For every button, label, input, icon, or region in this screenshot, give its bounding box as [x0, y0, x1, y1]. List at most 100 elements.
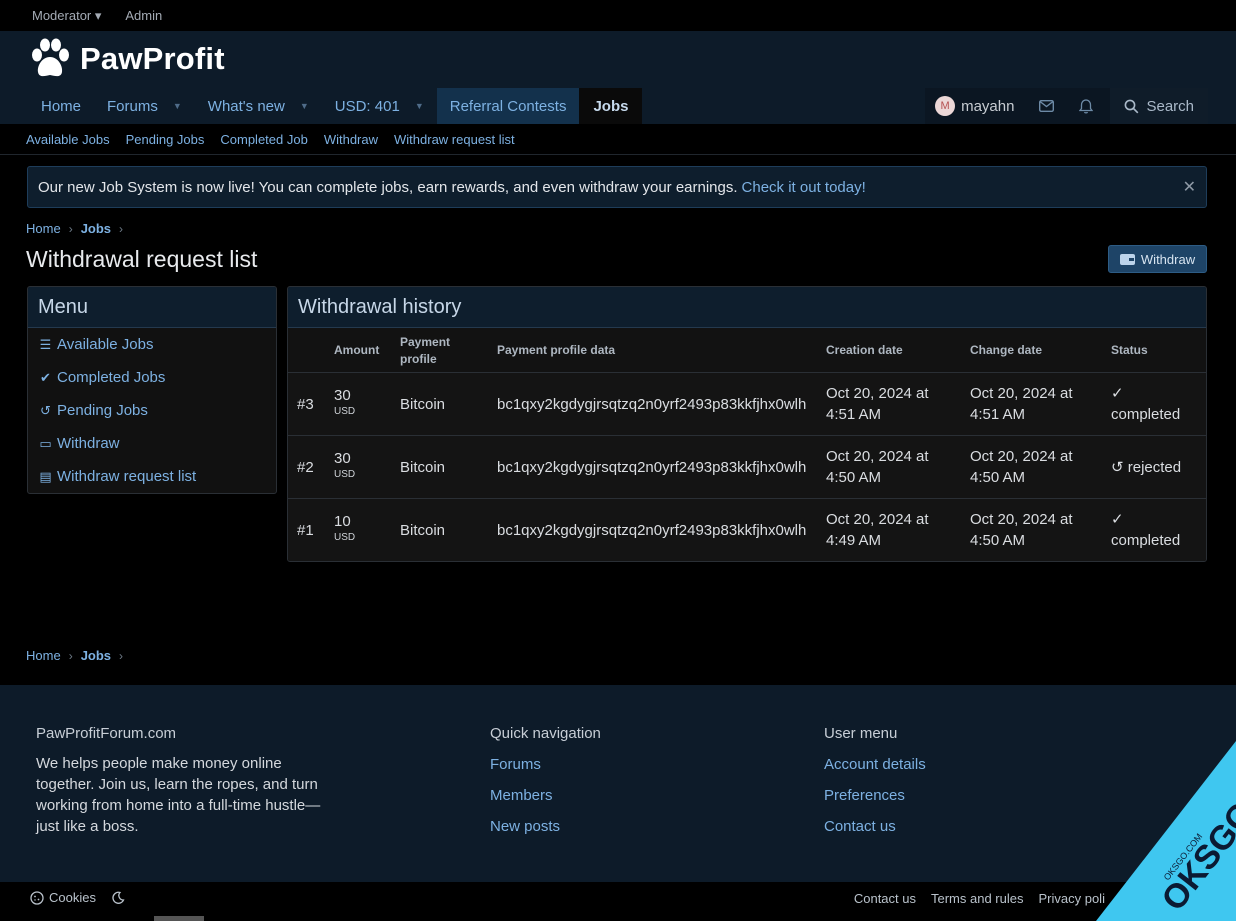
subnav-pending-jobs[interactable]: Pending Jobs — [126, 132, 205, 147]
close-icon[interactable]: ✕ — [1183, 177, 1196, 197]
amount-currency: USD — [334, 469, 356, 480]
menu-item-withdraw-request-list[interactable]: ▤ Withdraw request list — [28, 460, 276, 493]
subnav-withdraw-request-list[interactable]: Withdraw request list — [394, 132, 515, 147]
inbox-icon[interactable] — [1026, 88, 1066, 124]
nav-jobs[interactable]: Jobs — [579, 88, 643, 124]
table-header: Amount Payment profile Payment profile d… — [288, 328, 1206, 373]
cookie-icon — [30, 890, 44, 905]
footer-link-new-posts[interactable]: New posts — [490, 818, 560, 835]
bottom-link-help[interactable]: elp — [1120, 891, 1137, 906]
main-nav: Home Forums ▼ What's new ▼ USD: 401 ▼ Refer… — [28, 88, 643, 124]
moderator-menu[interactable]: Moderator ▾ — [32, 8, 101, 24]
footer-link-forums[interactable]: Forums — [490, 756, 541, 773]
footer-link-members[interactable]: Members — [490, 787, 553, 804]
menu-item-completed-jobs[interactable]: ✔ Completed Jobs — [28, 361, 276, 394]
wallet-icon — [1119, 253, 1135, 265]
row-amount: 10 USD — [334, 511, 355, 544]
nav-referral-contests[interactable]: Referral Contests — [436, 88, 580, 124]
nav-forums-label: Forums — [107, 97, 158, 115]
breadcrumb-bottom: Home › Jobs › — [26, 648, 131, 663]
chevron-right-icon: › — [119, 648, 124, 663]
list-icon: ☰ — [39, 336, 52, 352]
row-profile-data: bc1qxy2kgdygjrsqtzq2n0yrf2493p83kkfjhx0w… — [497, 396, 807, 413]
scrollbar[interactable] — [154, 916, 204, 921]
bottom-link-home[interactable]: Home — [1152, 891, 1187, 906]
breadcrumb-jobs[interactable]: Jobs — [81, 648, 111, 663]
site-name: PawProfit — [80, 41, 225, 76]
search-icon — [1125, 99, 1139, 113]
created-date: Oct 20, 2024 at — [826, 511, 929, 528]
row-id: #1 — [297, 522, 314, 539]
withdraw-button[interactable]: Withdraw — [1108, 245, 1207, 273]
menu-item-label: Withdraw — [57, 435, 120, 452]
bottom-link-privacy[interactable]: Privacy poli — [1038, 891, 1104, 906]
nav-whats-new[interactable]: What's new ▼ — [195, 88, 322, 124]
amount-currency: USD — [334, 406, 356, 417]
site-logo[interactable]: PawProfit — [28, 38, 225, 80]
user-menu[interactable]: M mayahn — [925, 88, 1026, 124]
chevron-down-icon[interactable]: ▼ — [300, 101, 309, 111]
col-payment-profile: Payment profile — [400, 335, 451, 366]
changed-date: Oct 20, 2024 at — [970, 448, 1073, 465]
chevron-down-icon[interactable]: ▼ — [173, 101, 182, 111]
chevron-down-icon[interactable]: ▼ — [415, 101, 424, 111]
row-created: Oct 20, 2024 at 4:49 AM — [826, 509, 929, 551]
breadcrumb-jobs[interactable]: Jobs — [81, 221, 111, 236]
menu-item-withdraw[interactable]: ▭ Withdraw — [28, 427, 276, 460]
breadcrumb-home[interactable]: Home — [26, 648, 61, 663]
breadcrumb-home[interactable]: Home — [26, 221, 61, 236]
footer-quick-nav-title: Quick navigation — [490, 725, 601, 742]
notice-link[interactable]: Check it out today! — [742, 179, 866, 196]
changed-date: Oct 20, 2024 at — [970, 385, 1073, 402]
bell-icon[interactable] — [1066, 88, 1106, 124]
nav-home[interactable]: Home — [28, 88, 94, 124]
subnav-available-jobs[interactable]: Available Jobs — [26, 132, 110, 147]
jobs-subnav: Available Jobs Pending Jobs Completed Jo… — [0, 124, 1236, 155]
subnav-withdraw[interactable]: Withdraw — [324, 132, 378, 147]
jobs-menu: Menu ☰ Available Jobs ✔ Completed Jobs ↺… — [27, 286, 277, 494]
wallet-icon: ▭ — [39, 435, 52, 451]
created-date: Oct 20, 2024 at — [826, 448, 929, 465]
status-label: completed — [1111, 532, 1181, 549]
subnav-completed-job[interactable]: Completed Job — [220, 132, 307, 147]
row-profile-data: bc1qxy2kgdygjrsqtzq2n0yrf2493p83kkfjhx0w… — [497, 522, 807, 539]
site-notice: Our new Job System is now live! You can … — [27, 166, 1207, 208]
moon-icon[interactable] — [111, 891, 125, 905]
menu-item-pending-jobs[interactable]: ↺ Pending Jobs — [28, 394, 276, 427]
nav-usd-balance[interactable]: USD: 401 ▼ — [322, 88, 437, 124]
amount-value: 30 — [334, 450, 351, 467]
check-icon: ✓ — [1111, 385, 1124, 402]
nav-jobs-label: Jobs — [593, 97, 629, 115]
menu-item-available-jobs[interactable]: ☰ Available Jobs — [28, 328, 276, 361]
check-icon: ✓ — [1111, 511, 1124, 528]
search-button[interactable]: Search — [1110, 88, 1208, 124]
row-profile: Bitcoin — [400, 522, 446, 539]
admin-link[interactable]: Admin — [125, 8, 162, 23]
row-profile: Bitcoin — [400, 396, 446, 413]
col-amount: Amount — [334, 343, 380, 357]
site-footer: PawProfitForum.com We helps people make … — [0, 685, 1236, 882]
footer-link-contact-us[interactable]: Contact us — [824, 818, 896, 835]
history-title: Withdrawal history — [288, 287, 1206, 328]
rss-icon[interactable] — [1202, 890, 1218, 906]
row-profile: Bitcoin — [400, 459, 446, 476]
footer-link-preferences[interactable]: Preferences — [824, 787, 905, 804]
status-label: rejected — [1127, 459, 1182, 476]
col-payment-profile-data: Payment profile data — [497, 343, 616, 357]
menu-item-label: Withdraw request list — [57, 468, 197, 485]
col-change-date: Change date — [970, 343, 1043, 357]
col-creation-date: Creation date — [826, 343, 903, 357]
history-icon: ↺ — [40, 402, 51, 418]
changed-time: 4:50 AM — [970, 469, 1026, 486]
chevron-right-icon: › — [119, 221, 124, 236]
bottom-link-terms[interactable]: Terms and rules — [931, 891, 1023, 906]
cookies-link[interactable]: Cookies — [49, 890, 96, 905]
row-changed: Oct 20, 2024 at 4:50 AM — [970, 446, 1073, 488]
bottom-link-contact-us[interactable]: Contact us — [854, 891, 916, 906]
paw-icon — [32, 38, 69, 77]
nav-forums[interactable]: Forums ▼ — [94, 88, 195, 124]
footer-link-account-details[interactable]: Account details — [824, 756, 926, 773]
user-nav: M mayahn Search — [925, 88, 1208, 124]
created-time: 4:49 AM — [826, 532, 882, 549]
footer-user-menu-title: User menu — [824, 725, 898, 742]
